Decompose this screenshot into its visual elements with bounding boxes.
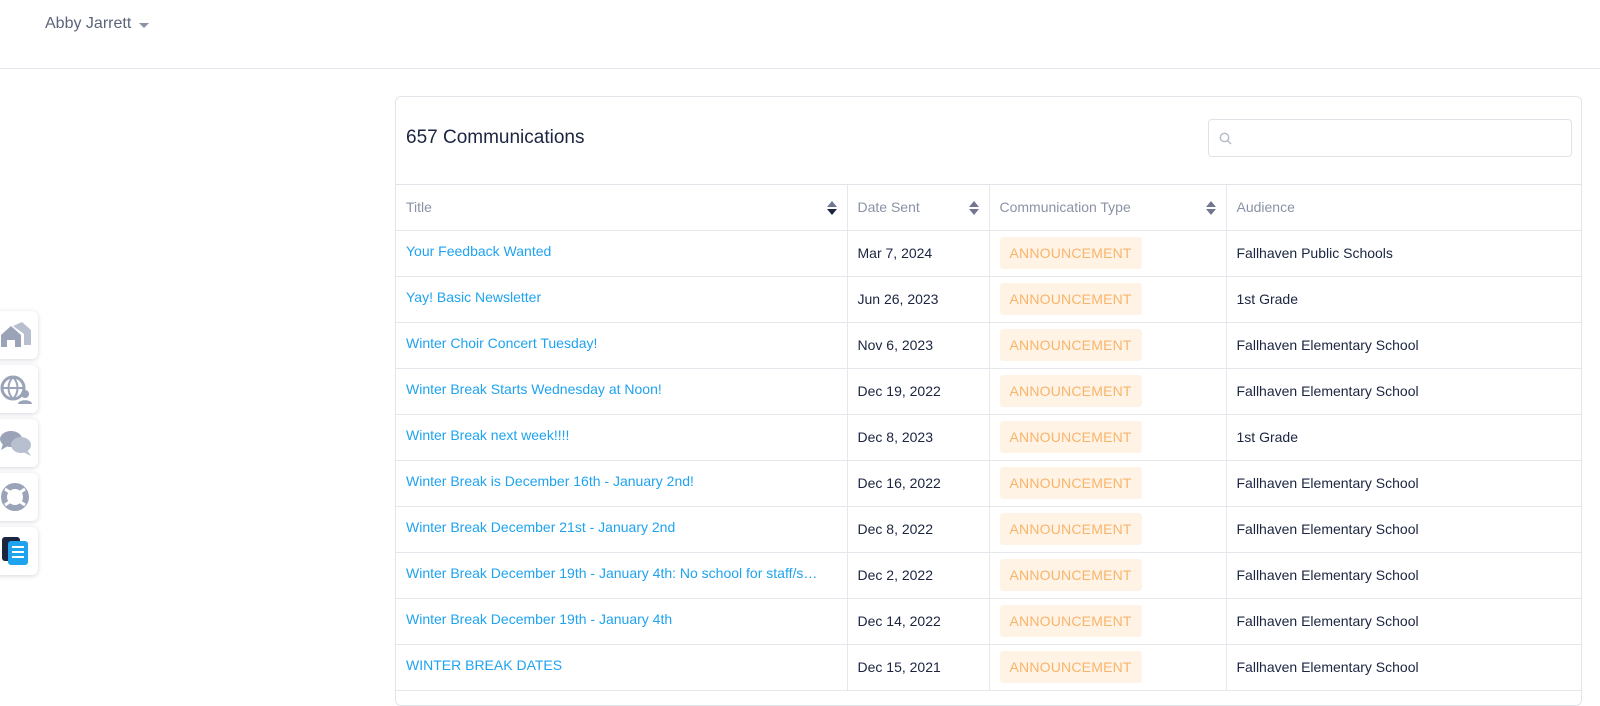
table-row: Winter Choir Concert Tuesday! Nov 6, 202…: [396, 322, 1581, 369]
communication-type-badge: ANNOUNCEMENT: [999, 237, 1142, 269]
home-icon: [1, 322, 31, 347]
date-sent-cell: Dec 16, 2022: [847, 460, 990, 507]
audience-cell: Fallhaven Public Schools: [1226, 230, 1581, 277]
chevron-down-icon[interactable]: [139, 22, 150, 28]
communication-title-link[interactable]: Winter Break December 21st - January 2nd: [406, 519, 837, 535]
communication-title-link[interactable]: Winter Break next week!!!!: [406, 427, 837, 443]
communication-type-badge: ANNOUNCEMENT: [999, 513, 1142, 545]
documents-icon: [2, 537, 28, 565]
date-sent-cell: Nov 6, 2023: [847, 322, 990, 369]
table-row: Winter Break December 19th - January 4th…: [396, 598, 1581, 645]
table-header-row: Title Date Sent Communication Type Audie…: [396, 185, 1581, 231]
column-header-audience: Audience: [1226, 185, 1581, 231]
search-box[interactable]: [1208, 119, 1572, 157]
column-header-title[interactable]: Title: [396, 185, 848, 231]
column-header-communication-type-label: Communication Type: [999, 199, 1131, 216]
table-row: Winter Break next week!!!! Dec 8, 2023 A…: [396, 414, 1581, 461]
user-menu[interactable]: Abby Jarrett: [45, 15, 150, 33]
audience-cell: Fallhaven Elementary School: [1226, 506, 1581, 553]
table-row: Winter Break Starts Wednesday at Noon! D…: [396, 368, 1581, 415]
communication-title-link[interactable]: Winter Choir Concert Tuesday!: [406, 335, 837, 351]
date-sent-cell: Mar 7, 2024: [847, 230, 990, 277]
top-bar: Abby Jarrett: [0, 0, 1600, 69]
life-ring-icon: [1, 483, 29, 511]
search-icon: [1219, 132, 1232, 145]
date-sent-cell: Jun 26, 2023: [847, 276, 990, 323]
communication-type-badge: ANNOUNCEMENT: [999, 283, 1142, 315]
date-sent-cell: Dec 19, 2022: [847, 368, 990, 415]
communication-title-link[interactable]: Winter Break December 19th - January 4th: [406, 611, 837, 627]
chat-bubbles-icon: [0, 431, 31, 456]
communication-title-link[interactable]: Winter Break is December 16th - January …: [406, 473, 837, 489]
rail-messages-button[interactable]: [0, 419, 38, 467]
table-row: Winter Break December 19th - January 4th…: [396, 552, 1581, 599]
column-header-audience-label: Audience: [1236, 199, 1295, 216]
communication-type-badge: ANNOUNCEMENT: [999, 329, 1142, 361]
communication-title-link[interactable]: Winter Break December 19th - January 4th…: [406, 565, 837, 581]
user-name[interactable]: Abby Jarrett: [45, 15, 131, 33]
audience-cell: 1st Grade: [1226, 414, 1581, 461]
date-sent-cell: Dec 14, 2022: [847, 598, 990, 645]
communication-title-link[interactable]: Your Feedback Wanted: [406, 243, 837, 259]
date-sent-cell: Dec 2, 2022: [847, 552, 990, 599]
table-row: Your Feedback Wanted Mar 7, 2024 ANNOUNC…: [396, 230, 1581, 277]
rail-home-button[interactable]: [0, 311, 38, 359]
column-header-date-sent[interactable]: Date Sent: [847, 185, 990, 231]
communication-type-badge: ANNOUNCEMENT: [999, 651, 1142, 683]
sort-icon[interactable]: [1205, 201, 1216, 215]
side-rail: [0, 311, 38, 581]
card-header: 657 Communications: [396, 97, 1581, 185]
communication-title-link[interactable]: Yay! Basic Newsletter: [406, 289, 837, 305]
communications-table: Title Date Sent Communication Type Audie…: [396, 185, 1581, 691]
sort-icon[interactable]: [826, 201, 837, 215]
communication-title-link[interactable]: WINTER BREAK DATES: [406, 657, 837, 673]
rail-communications-button[interactable]: [0, 527, 38, 575]
audience-cell: Fallhaven Elementary School: [1226, 460, 1581, 507]
search-input[interactable]: [1239, 120, 1559, 156]
column-header-date-sent-label: Date Sent: [857, 199, 920, 216]
audience-cell: Fallhaven Elementary School: [1226, 322, 1581, 369]
audience-cell: 1st Grade: [1226, 276, 1581, 323]
communication-title-link[interactable]: Winter Break Starts Wednesday at Noon!: [406, 381, 837, 397]
sort-icon[interactable]: [968, 201, 979, 215]
audience-cell: Fallhaven Elementary School: [1226, 552, 1581, 599]
communications-card: 657 Communications Title Date Sent Commu…: [395, 96, 1582, 706]
table-row: Yay! Basic Newsletter Jun 26, 2023 ANNOU…: [396, 276, 1581, 323]
communication-type-badge: ANNOUNCEMENT: [999, 375, 1142, 407]
column-header-title-label: Title: [406, 199, 432, 216]
date-sent-cell: Dec 15, 2021: [847, 644, 990, 691]
column-header-communication-type[interactable]: Communication Type: [989, 185, 1227, 231]
audience-cell: Fallhaven Elementary School: [1226, 644, 1581, 691]
table-row: WINTER BREAK DATES Dec 15, 2021 ANNOUNCE…: [396, 644, 1581, 691]
rail-community-button[interactable]: [0, 365, 38, 413]
page-title: 657 Communications: [406, 127, 585, 148]
communication-type-badge: ANNOUNCEMENT: [999, 467, 1142, 499]
date-sent-cell: Dec 8, 2022: [847, 506, 990, 553]
audience-cell: Fallhaven Elementary School: [1226, 368, 1581, 415]
communication-type-badge: ANNOUNCEMENT: [999, 559, 1142, 591]
rail-support-button[interactable]: [0, 473, 38, 521]
communication-type-badge: ANNOUNCEMENT: [999, 605, 1142, 637]
audience-cell: Fallhaven Elementary School: [1226, 598, 1581, 645]
globe-people-icon: [0, 375, 32, 404]
table-row: Winter Break is December 16th - January …: [396, 460, 1581, 507]
table-row: Winter Break December 21st - January 2nd…: [396, 506, 1581, 553]
date-sent-cell: Dec 8, 2023: [847, 414, 990, 461]
communication-type-badge: ANNOUNCEMENT: [999, 421, 1142, 453]
